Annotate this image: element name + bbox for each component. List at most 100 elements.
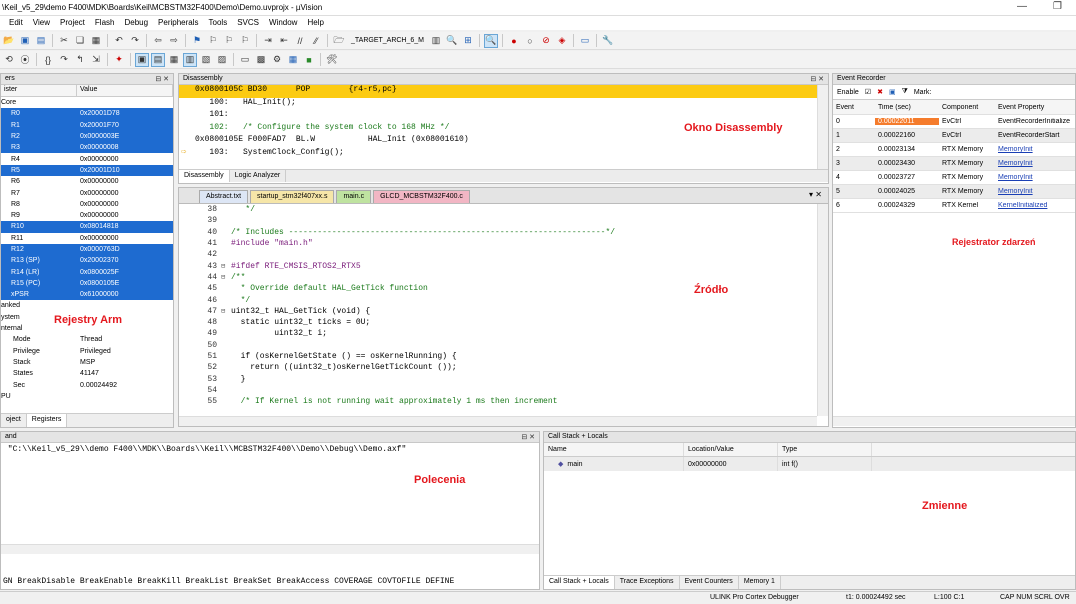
source-line[interactable]: 44 ⊟/** [179, 272, 828, 283]
uncomment-icon[interactable]: ⁄⁄ [309, 34, 323, 48]
disasm-line[interactable]: 0x0800105E F000FAD7 BL.W HAL_Init (0x080… [179, 135, 828, 148]
events-hscrollbar[interactable] [833, 416, 1075, 426]
tabs-menu-close-icon[interactable]: ▾ ✕ [809, 190, 822, 199]
breakpoint-kill-icon[interactable]: ⊘ [539, 34, 553, 48]
step-icon[interactable]: {} [41, 53, 55, 67]
reset-icon[interactable]: ⟲ [2, 53, 16, 67]
menu-project[interactable]: Project [55, 16, 90, 30]
source-line[interactable]: 48 static uint32_t ticks = 0U; [179, 317, 828, 328]
register-group-banked[interactable]: anked [1, 300, 173, 311]
registers-window-icon[interactable]: ▥ [183, 52, 197, 67]
tab-event-counters[interactable]: Event Counters [680, 576, 739, 589]
register-row[interactable]: R2 0x0000003E [1, 130, 173, 143]
source-line[interactable]: 38 */ [179, 204, 828, 215]
tab-memory-1[interactable]: Memory 1 [739, 576, 781, 589]
col-event[interactable]: Event [833, 104, 875, 111]
source-line[interactable]: 42 [179, 249, 828, 260]
internal-register-row[interactable]: Mode Thread [1, 334, 173, 345]
internal-register-row[interactable]: Privilege Privileged [1, 346, 173, 357]
target-icon[interactable]: 🗁 [332, 34, 346, 48]
menu-help[interactable]: Help [302, 16, 328, 30]
command-hscrollbar[interactable] [1, 544, 539, 554]
show-next-icon[interactable]: ✦ [112, 53, 126, 67]
event-row[interactable]: 2 0.00023134 RTX Memory MemoryInit [833, 143, 1075, 157]
pin-close-icon[interactable]: ⊟ ✕ [810, 75, 824, 83]
tab-registers[interactable]: Registers [26, 414, 68, 427]
event-row[interactable]: 3 0.00023430 RTX Memory MemoryInit [833, 157, 1075, 171]
nav-forward-icon[interactable]: ⇨ [167, 34, 181, 48]
bookmark-icon[interactable]: ⚑ [190, 34, 204, 48]
config-icon[interactable]: ▥ [429, 34, 443, 48]
tab-glcd[interactable]: GLCD_MCBSTM32F400.c [373, 190, 470, 203]
tab-trace-exceptions[interactable]: Trace Exceptions [615, 576, 680, 589]
menu-view[interactable]: View [28, 16, 55, 30]
register-row[interactable]: R4 0x00000000 [1, 153, 173, 164]
redo-icon[interactable]: ↷ [128, 34, 142, 48]
bookmark-clear-icon[interactable]: ⚐ [238, 34, 252, 48]
open-icon[interactable]: 📂 [2, 34, 16, 48]
menu-window[interactable]: Window [264, 16, 302, 30]
event-row[interactable]: 5 0.00024025 RTX Memory MemoryInit [833, 185, 1075, 199]
cut-icon[interactable]: ✂ [57, 34, 71, 48]
source-hscrollbar[interactable] [179, 416, 817, 426]
event-row[interactable]: 1 0.00022160 EvCtrl EventRecorderStart [833, 129, 1075, 143]
source-line[interactable]: 41 #include "main.h" [179, 238, 828, 249]
col-component[interactable]: Component [939, 104, 995, 111]
register-row[interactable]: R11 0x00000000 [1, 233, 173, 244]
col-type[interactable]: Type [778, 443, 872, 456]
source-line[interactable]: 47 ⊟ uint32_t HAL_GetTick (void) { [179, 306, 828, 317]
register-row[interactable]: R0 0x20001D78 [1, 108, 173, 120]
col-value[interactable]: Value [77, 85, 173, 96]
watch-window-icon[interactable]: ▨ [215, 53, 229, 67]
analysis-window-icon[interactable]: ⚙ [270, 53, 284, 67]
debug-icon[interactable]: 🔍 [484, 33, 499, 48]
register-row[interactable]: R1 0x20001F70 [1, 119, 173, 131]
clear-icon[interactable]: ✖ [877, 88, 883, 96]
comment-icon[interactable]: // [293, 34, 307, 48]
save-all-icon[interactable]: ▤ [34, 34, 48, 48]
tab-abstract[interactable]: Abstract.txt [199, 190, 249, 203]
register-group-core[interactable]: Core [1, 97, 173, 108]
tab-callstack-locals[interactable]: Call Stack + Locals [544, 576, 615, 589]
filter-icon[interactable]: ⧩ [902, 88, 908, 96]
col-property[interactable]: Event Property [995, 104, 1075, 111]
copy-icon[interactable]: ❏ [73, 34, 87, 48]
register-row[interactable]: xPSR 0x61000000 [1, 289, 173, 301]
target-select[interactable]: _TARGET_ARCH_6_M [348, 37, 427, 44]
serial-window-icon[interactable]: ▩ [254, 53, 268, 67]
internal-register-row[interactable]: Stack MSP [1, 357, 173, 368]
register-row[interactable]: R3 0x00000008 [1, 142, 173, 154]
disasm-line[interactable]: 103: SystemClock_Config(); [179, 148, 828, 161]
event-row[interactable]: 0 0.00022011 EvCtrl EventRecorderInitialize [833, 115, 1075, 129]
event-row[interactable]: 4 0.00023727 RTX Memory MemoryInit [833, 171, 1075, 185]
register-row[interactable]: R9 0x00000000 [1, 210, 173, 221]
source-line[interactable]: 40 /* Includes --------------------------… [179, 227, 828, 238]
internal-register-row[interactable]: States 41147 [1, 368, 173, 379]
source-line[interactable]: 39 [179, 215, 828, 226]
menu-edit[interactable]: Edit [4, 16, 28, 30]
menu-flash[interactable]: Flash [90, 16, 120, 30]
step-over-icon[interactable]: ↷ [57, 53, 71, 67]
callstack-row[interactable]: ◆ main 0x00000000 int f() [544, 457, 1075, 471]
toolbox-icon[interactable]: 🛠 [325, 53, 339, 67]
tab-main[interactable]: main.c [336, 190, 372, 203]
source-line[interactable]: 50 [179, 340, 828, 351]
callstack-window-icon[interactable]: ▧ [199, 53, 213, 67]
restore-icon[interactable]: ❐ [1053, 1, 1062, 12]
col-time[interactable]: Time (sec) [875, 104, 939, 111]
run-icon[interactable]: ⦿ [18, 53, 32, 67]
disasm-line[interactable]: 0x0800105C BD30 POP {r4-r5,pc} [179, 85, 828, 98]
register-row[interactable]: R15 (PC) 0x0800105E [1, 277, 173, 290]
register-row[interactable]: R6 0x00000000 [1, 176, 173, 187]
source-line[interactable]: 55 /* If Kernel is not running wait appr… [179, 396, 828, 407]
source-line[interactable]: 51 if (osKernelGetState () == osKernelRu… [179, 351, 828, 362]
register-row[interactable]: R12 0x0000763D [1, 243, 173, 256]
source-line[interactable]: 49 uint32_t i; [179, 328, 828, 339]
source-line[interactable]: 43 ⊟ #ifdef RTE_CMSIS_RTOS2_RTX5 [179, 260, 828, 271]
source-line[interactable]: 45 * Override default HAL_GetTick functi… [179, 283, 828, 294]
register-row[interactable]: R13 (SP) 0x20002370 [1, 255, 173, 267]
register-row[interactable]: R7 0x00000000 [1, 187, 173, 198]
source-line[interactable]: 54 [179, 385, 828, 396]
col-name[interactable]: Name [544, 443, 684, 456]
pin-close-icon[interactable]: ⊟ ✕ [521, 433, 535, 441]
